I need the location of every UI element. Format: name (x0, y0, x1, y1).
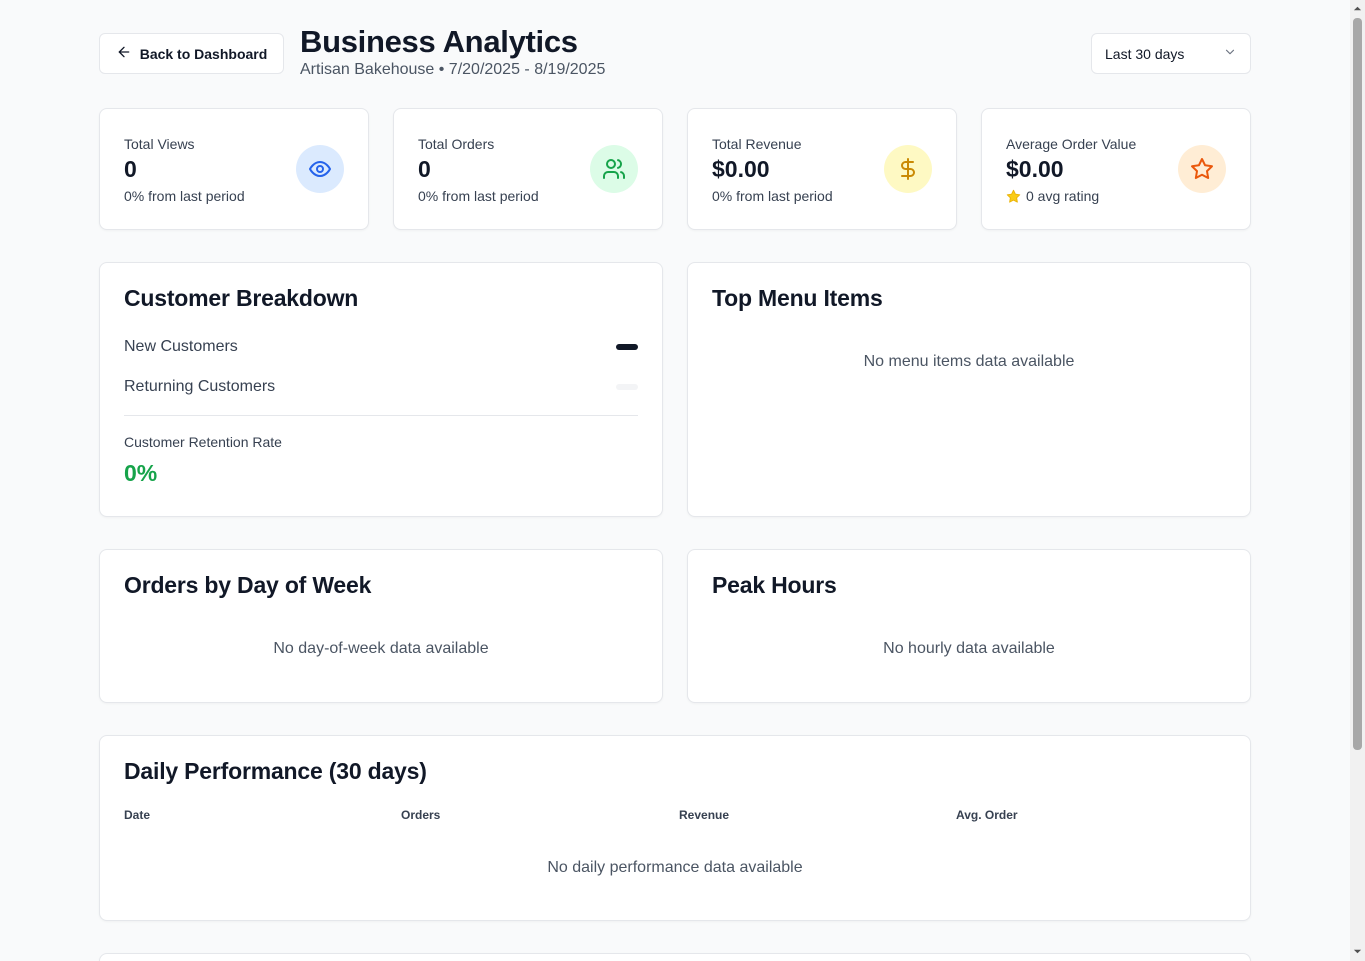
chevron-down-icon (1223, 45, 1237, 62)
dollar-icon (884, 145, 932, 193)
daily-performance-panel: Daily Performance (30 days) Date Orders … (99, 735, 1251, 921)
new-customers-label: New Customers (124, 338, 238, 355)
date-range-select[interactable]: Last 30 days (1091, 33, 1251, 74)
stat-label: Average Order Value (1006, 136, 1137, 152)
stat-label: Total Orders (418, 136, 495, 152)
stat-value: 0 (418, 156, 431, 182)
column-header-revenue: Revenue (679, 808, 730, 822)
stat-label: Total Views (124, 136, 195, 152)
stat-change: 0% from last period (124, 188, 245, 204)
page-header: Back to Dashboard Business Analytics Art… (99, 24, 1251, 84)
eye-icon (296, 145, 344, 193)
empty-state-message: No hourly data available (883, 640, 1055, 657)
stat-change: 0% from last period (712, 188, 833, 204)
stat-change: 0 avg rating (1006, 188, 1099, 204)
scrollbar-thumb[interactable] (1353, 18, 1362, 750)
scroll-up-arrow-icon[interactable] (1353, 4, 1362, 13)
panel-title: Customer Breakdown (124, 285, 359, 311)
stat-label: Total Revenue (712, 136, 802, 152)
column-header-avg-order: Avg. Order (956, 808, 1018, 822)
stat-card-total-views: Total Views 0 0% from last period (99, 108, 369, 230)
next-panel (99, 953, 1251, 961)
empty-state-message: No daily performance data available (547, 859, 803, 876)
returning-customers-row: Returning Customers (124, 376, 638, 398)
panel-title: Peak Hours (712, 572, 837, 598)
scroll-down-arrow-icon[interactable] (1353, 947, 1362, 956)
stat-card-total-orders: Total Orders 0 0% from last period (393, 108, 663, 230)
divider (124, 415, 638, 416)
orders-by-day-panel: Orders by Day of Week No day-of-week dat… (99, 549, 663, 703)
retention-rate-value: 0% (124, 460, 158, 486)
retention-rate-label: Customer Retention Rate (124, 434, 282, 450)
column-header-orders: Orders (401, 808, 441, 822)
stat-card-total-revenue: Total Revenue $0.00 0% from last period (687, 108, 957, 230)
returning-customers-label: Returning Customers (124, 378, 276, 395)
stats-row: Total Views 0 0% from last period Total … (99, 108, 1251, 230)
stat-value: $0.00 (1006, 156, 1064, 182)
stat-change-text: 0% from last period (712, 188, 833, 204)
stat-card-average-order-value: Average Order Value $0.00 0 avg rating (981, 108, 1251, 230)
stat-value: 0 (124, 156, 137, 182)
panel-title: Orders by Day of Week (124, 572, 372, 598)
avg-rating-text: 0 avg rating (1026, 188, 1100, 204)
page-subtitle: Artisan Bakehouse • 7/20/2025 - 8/19/202… (300, 61, 606, 78)
top-menu-items-panel: Top Menu Items No menu items data availa… (687, 262, 1251, 517)
title-block: Business Analytics Artisan Bakehouse • 7… (300, 24, 605, 79)
stat-change-text: 0% from last period (418, 188, 539, 204)
empty-state-message: No menu items data available (863, 353, 1075, 370)
users-icon (590, 145, 638, 193)
star-rating-icon (1006, 189, 1021, 204)
panel-title: Daily Performance (30 days) (124, 758, 427, 784)
column-header-date: Date (124, 808, 151, 822)
arrow-left-icon (116, 44, 132, 63)
back-to-dashboard-button[interactable]: Back to Dashboard (99, 33, 284, 74)
page-title: Business Analytics (300, 24, 578, 59)
stat-value: $0.00 (712, 156, 770, 182)
returning-customers-bar (616, 384, 638, 390)
new-customers-bar (616, 344, 638, 350)
stat-change: 0% from last period (418, 188, 539, 204)
page-scrollbar[interactable] (1350, 0, 1365, 961)
peak-hours-panel: Peak Hours No hourly data available (687, 549, 1251, 703)
back-button-label: Back to Dashboard (139, 45, 268, 62)
panel-title: Top Menu Items (712, 285, 883, 311)
new-customers-row: New Customers (124, 336, 638, 358)
empty-state-message: No day-of-week data available (273, 640, 489, 657)
customer-breakdown-panel: Customer Breakdown New Customers Returni… (99, 262, 663, 517)
stat-change-text: 0% from last period (124, 188, 245, 204)
date-range-value: Last 30 days (1105, 45, 1185, 62)
star-icon (1178, 145, 1226, 193)
